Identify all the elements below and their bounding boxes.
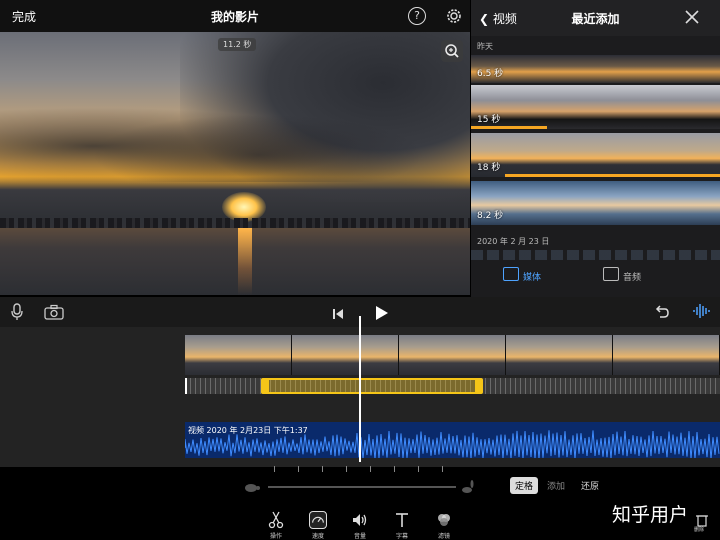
help-button[interactable]: ? xyxy=(408,7,426,25)
music-note-icon xyxy=(603,267,619,281)
section-header-yesterday: 昨天 xyxy=(477,42,493,51)
clip-thumbnail xyxy=(471,85,720,129)
zoom-icon xyxy=(445,44,459,58)
undo-button[interactable] xyxy=(654,304,670,320)
tab-audio-label: 音频 xyxy=(623,273,642,283)
date-clips-strip[interactable] xyxy=(471,250,720,260)
tool-volume[interactable]: 音量 xyxy=(345,511,375,540)
tool-label: 字幕 xyxy=(395,533,408,540)
clip-frame xyxy=(613,335,720,375)
video-preview[interactable] xyxy=(0,32,470,295)
media-browser-title: 最近添加 xyxy=(571,12,620,26)
delete-label: 删除 xyxy=(694,527,705,533)
clip-frame xyxy=(399,335,506,375)
trash-icon xyxy=(696,515,708,527)
undo-icon xyxy=(655,305,669,318)
clip-frame xyxy=(506,335,613,375)
gear-icon xyxy=(447,9,461,23)
voiceover-button[interactable] xyxy=(10,303,24,321)
microphone-icon xyxy=(11,303,23,320)
clip-duration: 15 秒 xyxy=(477,115,501,125)
clip-duration-badge: 11.2 秒 xyxy=(218,38,257,51)
tab-media[interactable]: 媒体 xyxy=(503,267,542,283)
clip-duration: 8.2 秒 xyxy=(477,211,504,221)
tab-media-label: 媒体 xyxy=(523,273,542,283)
clip-frame xyxy=(185,335,292,375)
clip-duration: 18 秒 xyxy=(477,163,501,173)
speedometer-icon xyxy=(309,511,327,529)
speed-range-selection[interactable] xyxy=(261,378,483,394)
audio-track-label: 视频 2020 年 2月23日 下午1:37 xyxy=(188,426,308,435)
reset-speed-button[interactable]: 还原 xyxy=(581,479,599,492)
tool-filters[interactable]: 滤镜 xyxy=(429,511,459,540)
tool-label: 操作 xyxy=(269,533,282,540)
selection-end-handle[interactable] xyxy=(475,378,483,394)
waveform-icon xyxy=(693,304,710,318)
close-button[interactable] xyxy=(685,9,699,24)
camera-icon xyxy=(44,304,64,320)
movie-title: 我的影片 xyxy=(210,10,259,24)
tool-titles[interactable]: 字幕 xyxy=(387,511,417,540)
media-clip[interactable]: 6.5 秒 xyxy=(471,55,720,83)
tool-label: 滤镜 xyxy=(437,533,450,540)
playhead[interactable] xyxy=(359,316,361,462)
add-speed-button[interactable]: 添加 xyxy=(547,479,565,492)
play-icon xyxy=(376,306,388,320)
speed-tick-marks xyxy=(274,466,454,472)
clip-used-marker xyxy=(471,126,547,129)
turtle-icon xyxy=(245,484,260,492)
skip-to-start-button[interactable] xyxy=(332,305,344,319)
speaker-icon xyxy=(353,514,367,526)
scissors-icon xyxy=(268,511,284,529)
slow-speed-indicator xyxy=(244,479,260,493)
preview-skyline xyxy=(0,218,470,228)
tool-label: 音量 xyxy=(353,533,366,540)
camera-button[interactable] xyxy=(44,304,64,320)
clip-thumbnail xyxy=(471,181,720,225)
clip-thumbnail xyxy=(471,133,720,177)
video-clip-strip[interactable] xyxy=(185,335,720,375)
tool-actions[interactable]: 操作 xyxy=(261,511,291,540)
settings-button[interactable] xyxy=(445,7,463,25)
selection-start-handle[interactable] xyxy=(261,378,269,394)
clip-used-marker xyxy=(505,174,720,177)
delete-button[interactable]: 删除 xyxy=(694,512,709,533)
film-icon xyxy=(503,267,519,281)
play-button[interactable] xyxy=(374,305,388,320)
preview-water xyxy=(0,228,470,295)
skip-back-icon xyxy=(333,309,343,319)
media-clip[interactable]: 8.2 秒 xyxy=(471,181,720,225)
clip-thumbnail xyxy=(471,55,720,83)
freeze-frame-button[interactable]: 定格 xyxy=(510,477,539,494)
audio-waveform-button[interactable] xyxy=(692,302,710,320)
zoom-button[interactable] xyxy=(441,40,463,62)
media-clip[interactable]: 15 秒 xyxy=(471,85,720,129)
tab-audio[interactable]: 音频 xyxy=(603,267,642,283)
speed-slider[interactable] xyxy=(268,486,456,488)
preview-reflection xyxy=(238,228,252,295)
media-browser: ❮ 视频 最近添加 昨天 6.5 秒 15 秒 18 秒 8.2 秒 2020 … xyxy=(471,0,720,297)
preview-clouds xyxy=(0,92,470,182)
fast-speed-indicator xyxy=(460,479,476,493)
section-header-date: 2020 年 2 月 23 日 xyxy=(477,237,550,246)
clip-duration: 6.5 秒 xyxy=(477,69,504,79)
watermark: 知乎用户 xyxy=(612,504,689,526)
clip-start-marker xyxy=(185,378,187,394)
tool-speed[interactable]: 速度 xyxy=(303,511,333,540)
clip-frame xyxy=(292,335,399,375)
media-clip[interactable]: 18 秒 xyxy=(471,133,720,177)
filter-icon xyxy=(438,514,450,526)
rabbit-icon xyxy=(462,480,474,493)
text-icon xyxy=(396,513,408,527)
tool-label: 速度 xyxy=(311,533,324,540)
close-icon xyxy=(685,10,699,24)
